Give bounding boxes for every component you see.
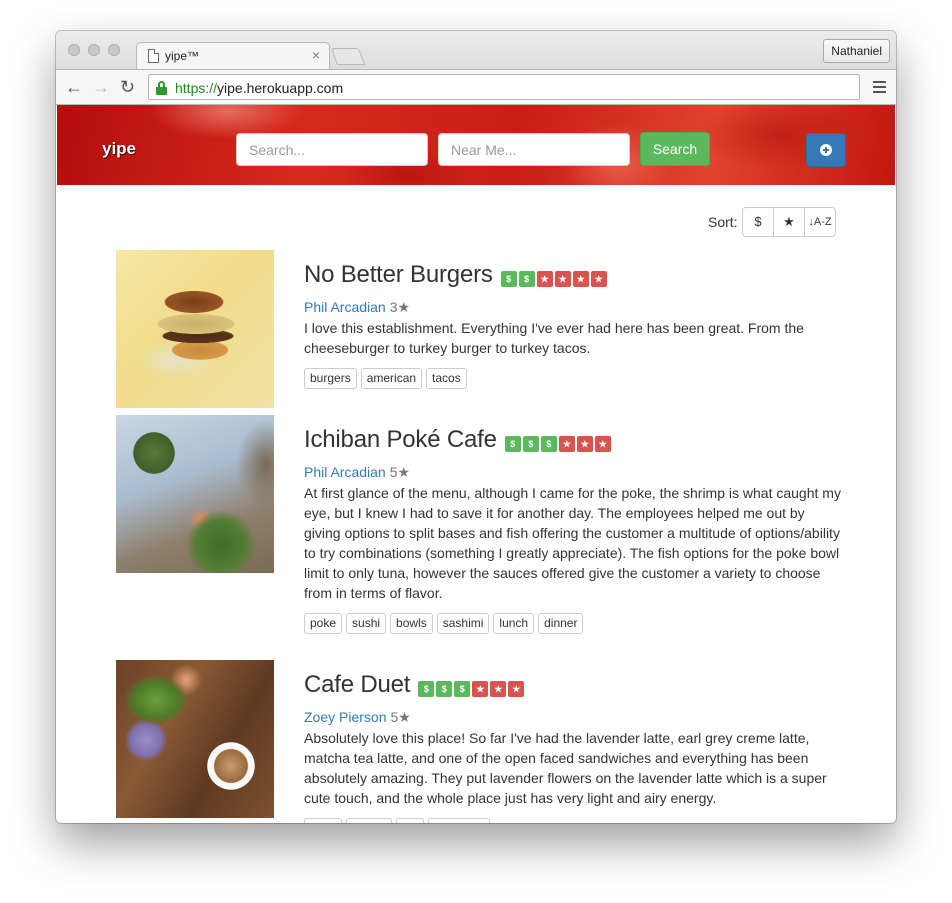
site-header: yipe Search [57,105,895,185]
tag-chip[interactable] [428,818,490,823]
plus-circle-icon [820,144,832,156]
tag-list: poke sushi bowls sashimi lunch dinner [304,613,844,634]
review-item: Cafe Duet $ $ $ ★ ★ ★ Zoey Pierson 5★ Absolute… [116,660,846,823]
review-text: Absolutely love this place! So far I've … [304,730,827,806]
tag-chip[interactable]: sushi [346,613,387,634]
author-link[interactable]: Phil Arcadian [304,464,386,480]
forward-arrow-icon[interactable]: → [92,75,110,99]
star-badge-icon: ★ [536,271,553,287]
back-arrow-icon[interactable]: ← [65,75,83,99]
page-icon [148,49,159,63]
review-photo[interactable] [116,660,274,818]
business-name[interactable]: No Better Burgers [304,261,493,289]
star-badge-icon: ★ [576,436,593,452]
price-badge-icon: $ [418,681,435,697]
author-rating: 5★ [389,464,411,480]
star-badge-icon: ★ [554,271,571,287]
lock-icon [156,81,167,95]
star-badge-icon: ★ [558,436,575,452]
tag-chip[interactable]: dinner [538,613,584,634]
near-me-input[interactable] [438,133,630,166]
tag-list: burgers american tacos [304,368,844,389]
price-badge-icon: $ [522,436,539,452]
zoom-window-button[interactable] [108,44,120,56]
star-badge-icon: ★ [490,681,507,697]
hamburger-menu-icon[interactable] [873,81,886,93]
rating-badges: $ $ $ ★ ★ ★ [504,436,613,452]
price-badge-icon: $ [518,271,535,287]
star-badge-icon: ★ [572,271,589,287]
tag-chip[interactable] [346,818,392,823]
star-badge-icon: ★ [508,681,525,697]
close-window-button[interactable] [68,44,80,56]
profile-button[interactable]: Nathaniel [823,39,890,63]
tag-chip[interactable] [396,818,424,823]
review-text: At first glance of the menu, although I … [304,485,841,601]
sort-label: Sort: [708,214,738,230]
sort-button-group: $ ★ ↓A-Z [742,207,836,237]
brand-logo[interactable]: yipe [102,139,136,159]
review-item: Ichiban Poké Cafe $ $ $ ★ ★ ★ Phil Arcadian 5★… [116,415,846,645]
business-name[interactable]: Ichiban Poké Cafe [304,426,497,454]
price-badge-icon: $ [500,271,517,287]
author-rating: 5★ [390,709,411,725]
business-name[interactable]: Cafe Duet [304,671,410,699]
tag-chip[interactable]: bowls [390,613,433,634]
tag-chip[interactable]: poke [304,613,343,634]
review-photo[interactable] [116,415,274,573]
search-button[interactable]: Search [640,132,710,166]
minimize-window-button[interactable] [88,44,100,56]
tag-chip[interactable] [304,818,342,823]
new-tab-button[interactable] [330,48,366,65]
price-badge-icon: $ [540,436,557,452]
review-text: I love this establishment. Everything I'… [304,320,804,356]
add-review-button[interactable] [806,133,846,167]
tab-title: yipe™ [165,49,200,63]
price-badge-icon: $ [436,681,453,697]
review-photo[interactable] [116,250,274,408]
sort-alphabetical-button[interactable]: ↓A-Z [805,208,835,236]
star-badge-icon: ★ [590,271,607,287]
author-link[interactable]: Phil Arcadian [304,299,386,315]
author-link[interactable]: Zoey Pierson [304,709,386,725]
sort-by-price-button[interactable]: $ [743,208,774,236]
rating-badges: $ $ $ ★ ★ ★ [418,681,526,697]
rating-badges: $ $ ★ ★ ★ ★ [500,271,609,287]
search-input[interactable] [236,133,428,166]
tag-chip[interactable]: burgers [304,368,357,389]
star-badge-icon: ★ [594,436,611,452]
browser-window: yipe™ × Nathaniel ← → ↻ https://yipe.her… [56,31,896,823]
browser-tab[interactable]: yipe™ × [136,42,330,69]
tag-chip[interactable]: sashimi [436,613,490,634]
url-host: yipe.herokuapp.com [217,80,344,96]
review-item: No Better Burgers $ $ ★ ★ ★ ★ Phil Arcadian 3★… [116,250,846,410]
tag-chip[interactable]: lunch [493,613,535,634]
tag-chip[interactable]: american [360,368,423,389]
address-bar[interactable]: https://yipe.herokuapp.com [148,74,860,100]
star-badge-icon: ★ [472,681,489,697]
tab-strip: yipe™ × Nathaniel [56,31,896,69]
browser-toolbar: ← → ↻ https://yipe.herokuapp.com [56,69,896,105]
review-list: Sort: $ ★ ↓A-Z No Better Burgers $ $ ★ ★ ★ ★ … [56,185,896,823]
url-text: https://yipe.herokuapp.com [175,80,343,96]
reload-icon[interactable]: ↻ [120,75,135,99]
url-scheme: https:// [175,80,218,96]
price-badge-icon: $ [454,681,471,697]
sort-by-rating-button[interactable]: ★ [774,208,805,236]
tag-list [304,818,844,823]
author-rating: 3★ [389,299,411,315]
tag-chip[interactable]: tacos [426,368,467,389]
price-badge-icon: $ [504,436,521,452]
tab-close-icon[interactable]: × [312,47,320,63]
